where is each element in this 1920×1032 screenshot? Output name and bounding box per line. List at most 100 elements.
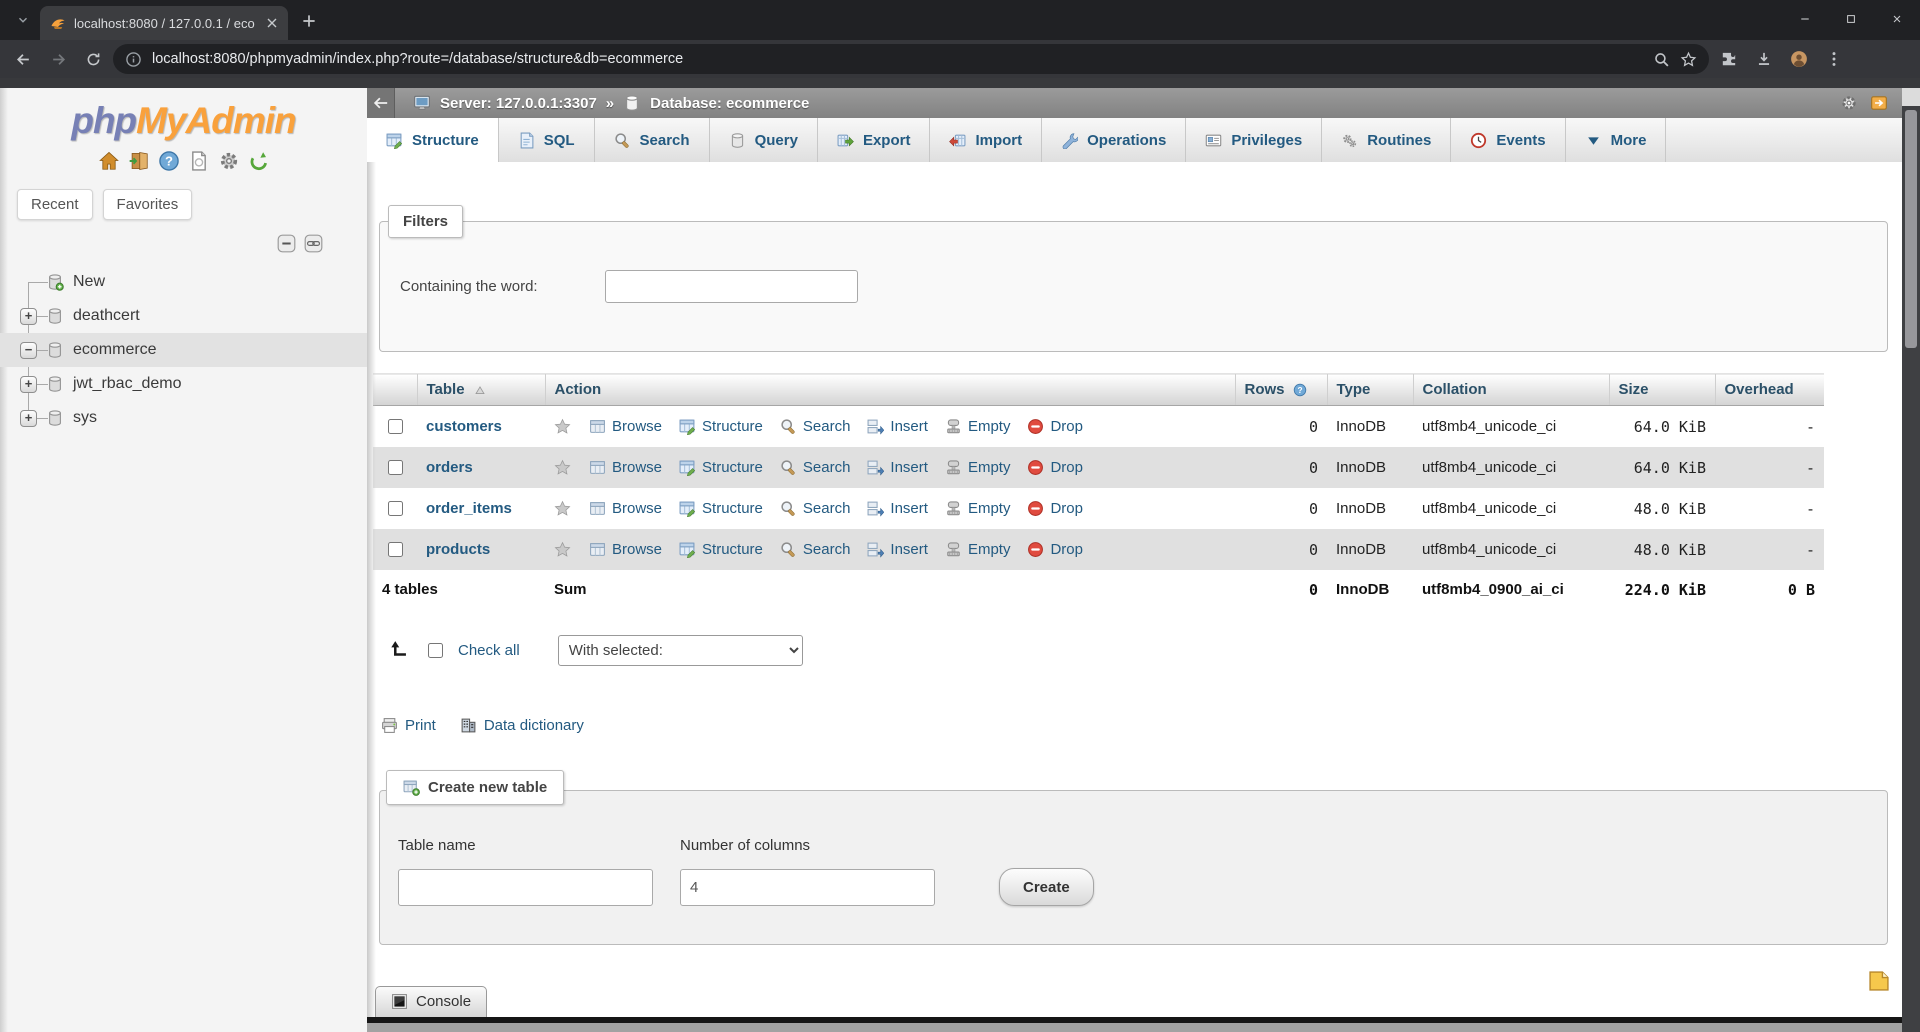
row-checkbox[interactable] xyxy=(388,460,403,475)
tab-operations[interactable]: Operations xyxy=(1042,118,1186,162)
extensions-button[interactable] xyxy=(1714,44,1744,74)
action-structure[interactable]: Structure xyxy=(679,500,763,517)
action-structure[interactable]: Structure xyxy=(679,541,763,558)
action-empty[interactable]: Empty xyxy=(945,541,1011,558)
console-tab[interactable]: Console xyxy=(375,986,487,1017)
reload-button[interactable] xyxy=(78,44,108,74)
data-dictionary-link[interactable]: Data dictionary xyxy=(484,717,584,734)
action-search[interactable]: Search xyxy=(780,459,851,476)
row-checkbox[interactable] xyxy=(388,542,403,557)
action-browse[interactable]: Browse xyxy=(589,541,662,558)
url-bar[interactable]: localhost:8080/phpmyadmin/index.php?rout… xyxy=(113,44,1709,74)
sidebar-item-new[interactable]: New xyxy=(0,265,367,299)
scrollbar-thumb[interactable] xyxy=(1905,110,1917,348)
tab-query[interactable]: Query xyxy=(710,118,818,162)
sidebar-item-deathcert[interactable]: +deathcert xyxy=(0,299,367,333)
sidebar-item-sys[interactable]: +sys xyxy=(0,401,367,435)
settings-button[interactable] xyxy=(218,150,240,172)
action-insert[interactable]: Insert xyxy=(867,459,928,476)
favorites-button[interactable]: Favorites xyxy=(103,189,193,220)
close-tab-icon[interactable] xyxy=(264,15,280,31)
minus-expander-icon[interactable]: − xyxy=(20,342,37,359)
check-all-checkbox[interactable] xyxy=(428,643,443,658)
action-drop[interactable]: Drop xyxy=(1027,541,1083,558)
action-empty[interactable]: Empty xyxy=(945,500,1011,517)
collapse-all-button[interactable] xyxy=(277,234,296,253)
header-type[interactable]: Type xyxy=(1327,374,1413,406)
row-checkbox[interactable] xyxy=(388,419,403,434)
row-checkbox[interactable] xyxy=(388,501,403,516)
action-empty[interactable]: Empty xyxy=(945,418,1011,435)
recent-button[interactable]: Recent xyxy=(17,189,93,220)
docs-button[interactable] xyxy=(188,150,210,172)
tab-search-button[interactable] xyxy=(10,7,36,33)
action-insert[interactable]: Insert xyxy=(867,500,928,517)
columns-count-input[interactable] xyxy=(680,869,935,906)
page-scrollbar[interactable] xyxy=(1902,88,1920,1032)
header-rows[interactable]: Rows? xyxy=(1235,374,1327,406)
tab-routines[interactable]: Routines xyxy=(1322,118,1451,162)
favorite-star-icon[interactable] xyxy=(554,418,571,435)
with-selected-dropdown[interactable]: With selected: xyxy=(558,635,803,666)
action-drop[interactable]: Drop xyxy=(1027,418,1083,435)
help-icon[interactable]: ? xyxy=(1293,383,1307,397)
sidebar-item-jwt_rbac_demo[interactable]: +jwt_rbac_demo xyxy=(0,367,367,401)
logout-button[interactable] xyxy=(128,150,150,172)
link-with-page-button[interactable] xyxy=(304,234,323,253)
header-size[interactable]: Size xyxy=(1609,374,1715,406)
breadcrumb-database[interactable]: Database: ecommerce xyxy=(650,95,809,112)
bookmark-star-icon[interactable] xyxy=(1680,51,1697,68)
help-button[interactable]: ? xyxy=(158,150,180,172)
filter-word-input[interactable] xyxy=(605,270,858,303)
profile-avatar[interactable] xyxy=(1784,44,1814,74)
page-corner-button[interactable] xyxy=(1868,970,1890,992)
home-button[interactable] xyxy=(98,150,120,172)
tab-sql[interactable]: SQL xyxy=(499,118,595,162)
table-name-link[interactable]: order_items xyxy=(426,500,512,517)
print-link[interactable]: Print xyxy=(405,717,436,734)
action-search[interactable]: Search xyxy=(780,500,851,517)
table-name-link[interactable]: orders xyxy=(426,459,473,476)
action-browse[interactable]: Browse xyxy=(589,459,662,476)
table-name-link[interactable]: customers xyxy=(426,418,502,435)
plus-expander-icon[interactable]: + xyxy=(20,308,37,325)
action-browse[interactable]: Browse xyxy=(589,418,662,435)
downloads-button[interactable] xyxy=(1749,44,1779,74)
table-name-input[interactable] xyxy=(398,869,653,906)
minimize-button[interactable] xyxy=(1782,0,1828,38)
action-insert[interactable]: Insert xyxy=(867,541,928,558)
tab-structure[interactable]: Structure xyxy=(367,118,499,162)
action-insert[interactable]: Insert xyxy=(867,418,928,435)
favorite-star-icon[interactable] xyxy=(554,500,571,517)
new-tab-button[interactable] xyxy=(300,12,318,30)
back-button[interactable] xyxy=(8,44,38,74)
action-search[interactable]: Search xyxy=(780,418,851,435)
action-empty[interactable]: Empty xyxy=(945,459,1011,476)
table-name-link[interactable]: products xyxy=(426,541,490,558)
forward-button[interactable] xyxy=(43,44,73,74)
browser-menu-button[interactable] xyxy=(1819,44,1849,74)
header-overhead[interactable]: Overhead xyxy=(1715,374,1824,406)
plus-expander-icon[interactable]: + xyxy=(20,376,37,393)
check-all-link[interactable]: Check all xyxy=(458,642,520,659)
tab-export[interactable]: Export xyxy=(818,118,931,162)
tab-more[interactable]: More xyxy=(1566,118,1667,162)
close-window-button[interactable] xyxy=(1874,0,1920,38)
tab-import[interactable]: Import xyxy=(930,118,1042,162)
action-structure[interactable]: Structure xyxy=(679,459,763,476)
phpmyadmin-logo[interactable]: phpMyAdmin xyxy=(0,100,367,142)
page-settings-icon[interactable] xyxy=(1840,94,1858,112)
favorite-star-icon[interactable] xyxy=(554,541,571,558)
tab-privileges[interactable]: Privileges xyxy=(1186,118,1322,162)
browser-tab[interactable]: localhost:8080 / 127.0.0.1 / eco xyxy=(40,6,288,40)
action-drop[interactable]: Drop xyxy=(1027,459,1083,476)
tab-events[interactable]: Events xyxy=(1451,118,1565,162)
maximize-button[interactable] xyxy=(1828,0,1874,38)
action-browse[interactable]: Browse xyxy=(589,500,662,517)
sidebar-item-ecommerce[interactable]: −ecommerce xyxy=(0,333,367,367)
action-search[interactable]: Search xyxy=(780,541,851,558)
breadcrumb-back-button[interactable] xyxy=(367,88,395,118)
expand-panel-icon[interactable] xyxy=(1870,94,1888,112)
refresh-button[interactable] xyxy=(248,150,270,172)
plus-expander-icon[interactable]: + xyxy=(20,410,37,427)
